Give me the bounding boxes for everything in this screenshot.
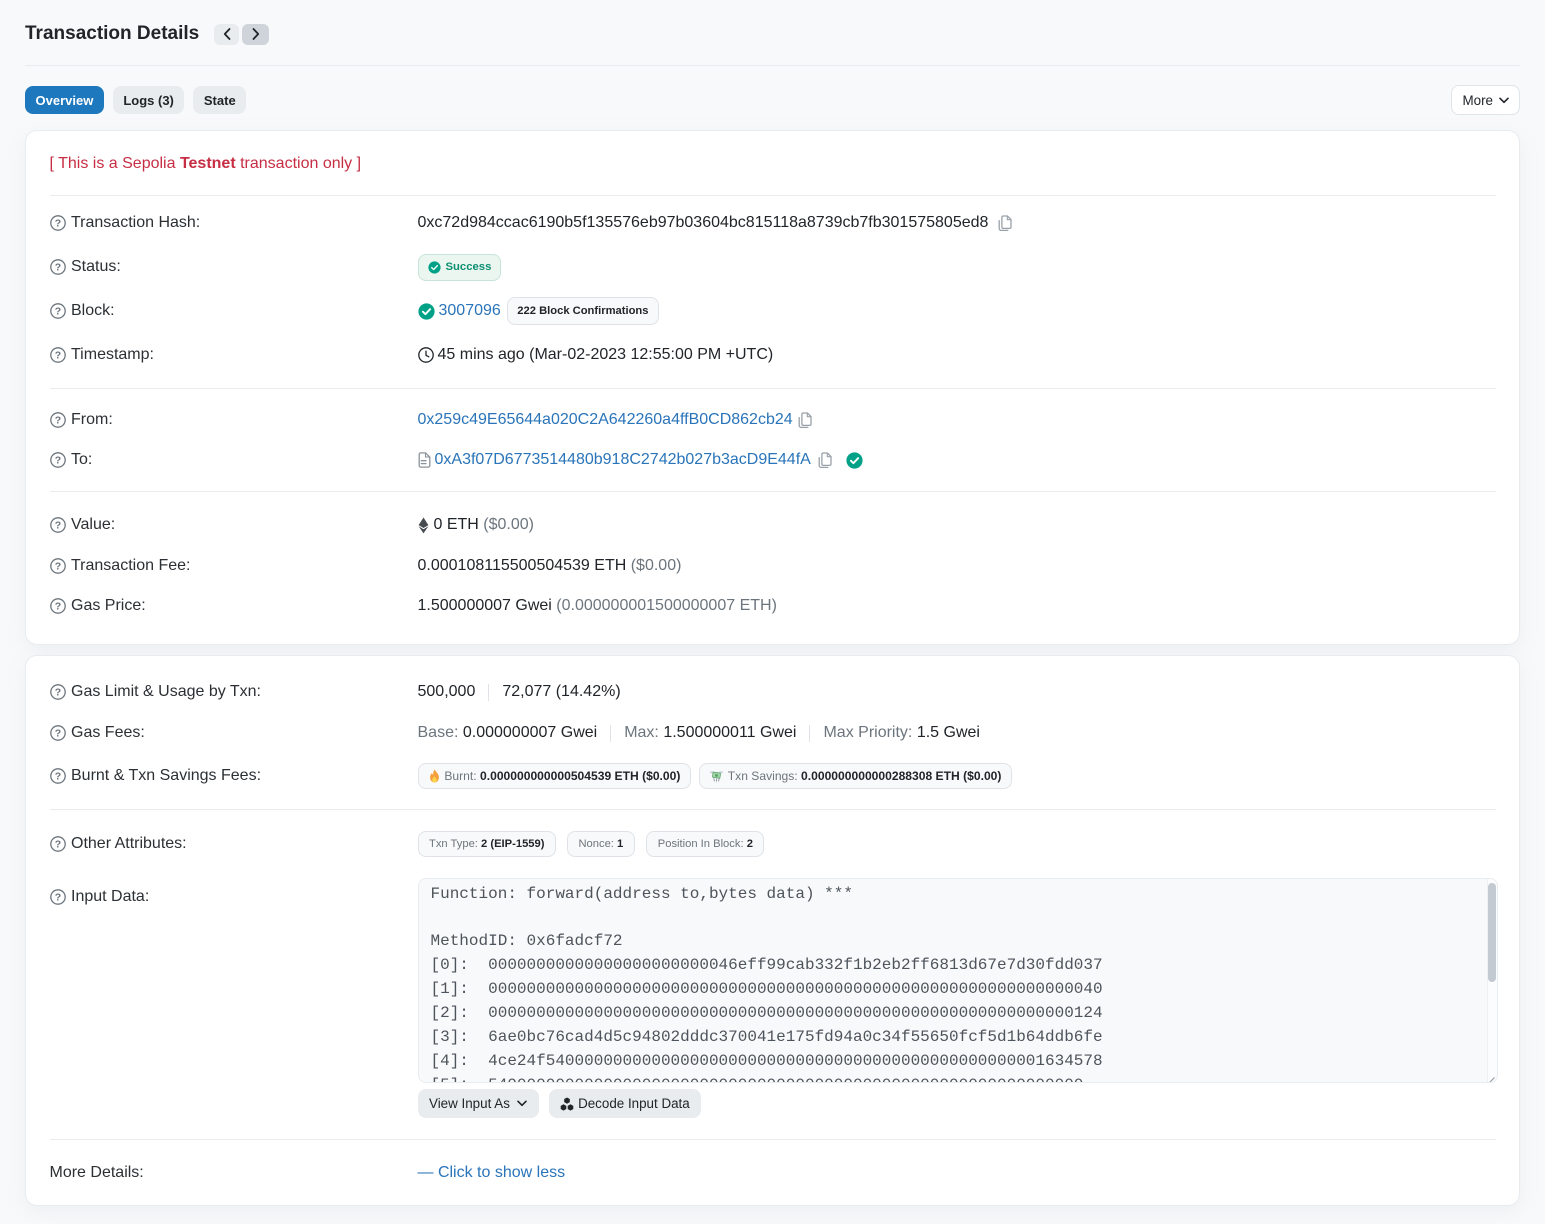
svg-text:?: ?: [54, 686, 60, 698]
svg-text:?: ?: [54, 305, 60, 317]
svg-text:?: ?: [54, 261, 60, 273]
svg-text:?: ?: [54, 838, 60, 850]
svg-text:?: ?: [54, 601, 60, 613]
svg-text:?: ?: [54, 217, 60, 229]
svg-text:?: ?: [54, 727, 60, 739]
svg-text:?: ?: [54, 455, 60, 467]
svg-text:?: ?: [54, 770, 60, 782]
svg-text:?: ?: [54, 891, 60, 903]
svg-text:?: ?: [54, 415, 60, 427]
svg-text:?: ?: [54, 519, 60, 531]
svg-text:?: ?: [54, 349, 60, 361]
svg-text:?: ?: [54, 560, 60, 572]
